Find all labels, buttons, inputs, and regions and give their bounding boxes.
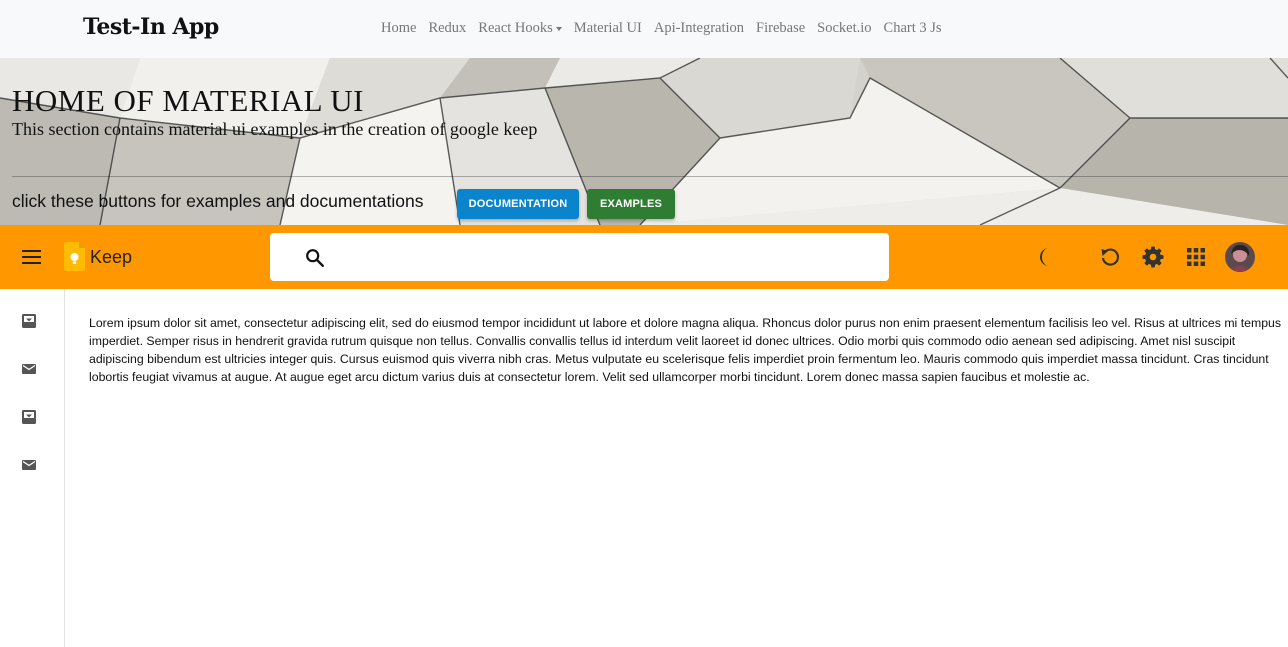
sidebar bbox=[0, 289, 65, 647]
hero-divider bbox=[12, 176, 1288, 177]
inbox-icon[interactable] bbox=[21, 313, 37, 329]
search-icon[interactable] bbox=[304, 247, 326, 269]
nav-link-api-integration[interactable]: Api-Integration bbox=[654, 20, 744, 37]
nav-link-redux[interactable]: Redux bbox=[428, 20, 466, 37]
hero-cta-text: click these buttons for examples and doc… bbox=[12, 191, 424, 211]
menu-icon[interactable] bbox=[22, 250, 41, 264]
nav-links: Home Redux React Hooks Material UI Api-I… bbox=[381, 20, 942, 37]
nav-link-react-hooks-dropdown[interactable]: React Hooks bbox=[478, 20, 562, 37]
examples-button[interactable]: EXAMPLES bbox=[587, 189, 675, 219]
nav-link-react-hooks-label: React Hooks bbox=[478, 20, 553, 36]
main-body-text: Lorem ipsum dolor sit amet, consectetur … bbox=[89, 316, 1282, 384]
caret-down-icon bbox=[555, 26, 562, 31]
nav-link-home[interactable]: Home bbox=[381, 20, 416, 37]
keep-app-bar: Keep bbox=[0, 225, 1288, 289]
dark-mode-icon[interactable] bbox=[1039, 245, 1063, 269]
inbox-icon[interactable] bbox=[21, 409, 37, 425]
keep-logo-icon[interactable] bbox=[64, 242, 85, 271]
nav-link-material-ui[interactable]: Material UI bbox=[574, 20, 642, 37]
mail-icon[interactable] bbox=[21, 457, 37, 473]
settings-icon[interactable] bbox=[1141, 245, 1165, 269]
search-bar[interactable] bbox=[270, 233, 889, 281]
app-name: Keep bbox=[90, 247, 133, 267]
apps-grid-icon[interactable] bbox=[1184, 245, 1208, 269]
nav-link-firebase[interactable]: Firebase bbox=[756, 20, 805, 37]
documentation-button[interactable]: DOCUMENTATION bbox=[457, 189, 579, 219]
nav-link-chart-3-js[interactable]: Chart 3 Js bbox=[884, 20, 942, 37]
brand-title[interactable]: Test-In App bbox=[83, 14, 219, 40]
top-navbar: Test-In App Home Redux React Hooks Mater… bbox=[0, 0, 1288, 58]
avatar[interactable] bbox=[1225, 242, 1255, 272]
hero-subtitle: This section contains material ui exampl… bbox=[12, 119, 538, 139]
hero-section: HOME OF MATERIAL UI This section contain… bbox=[0, 58, 1288, 225]
refresh-icon[interactable] bbox=[1098, 245, 1122, 269]
mail-icon[interactable] bbox=[21, 361, 37, 377]
nav-link-socket-io[interactable]: Socket.io bbox=[817, 20, 871, 37]
hero-title: HOME OF MATERIAL UI bbox=[12, 83, 364, 118]
